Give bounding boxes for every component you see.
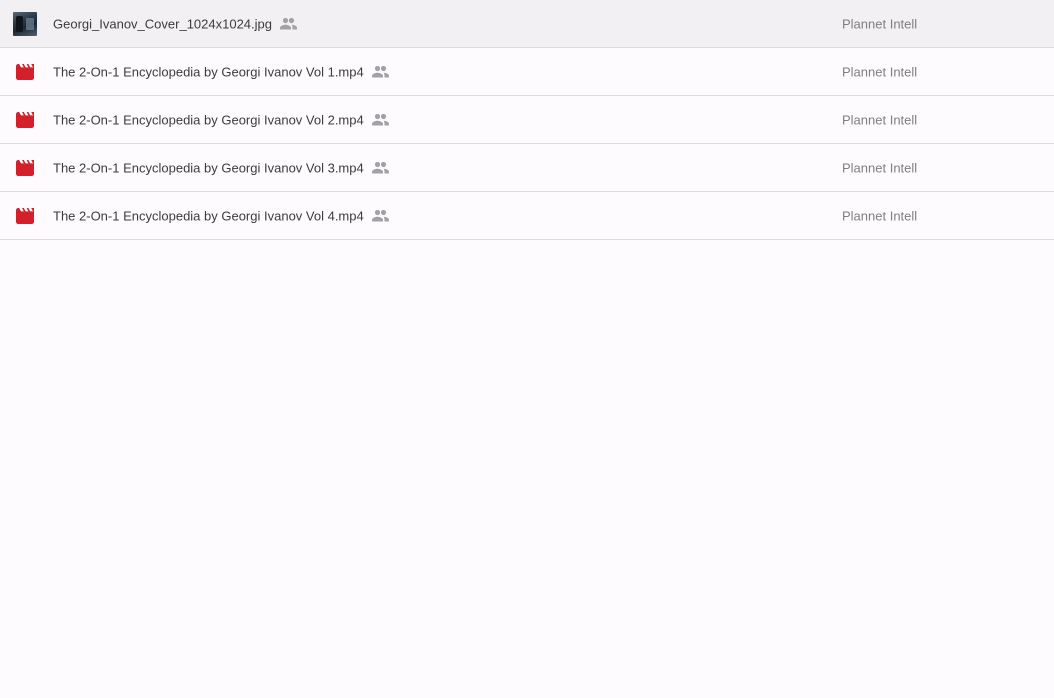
file-row[interactable]: The 2-On-1 Encyclopedia by Georgi Ivanov… [0,144,1054,192]
owner-name: Plannet Intell [842,64,918,79]
file-name: The 2-On-1 Encyclopedia by Georgi Ivanov… [53,112,364,127]
file-row[interactable]: The 2-On-1 Encyclopedia by Georgi Ivanov… [0,96,1054,144]
owner-name: Plannet Intell [842,112,918,127]
shared-people-icon [280,17,297,30]
shared-people-icon [371,209,389,222]
video-icon [13,60,37,84]
file-name: The 2-On-1 Encyclopedia by Georgi Ivanov… [53,160,364,175]
video-icon [13,156,37,180]
owner-name: Plannet Intell [842,208,918,223]
shared-people-icon [371,65,389,78]
file-row[interactable]: Georgi_Ivanov_Cover_1024x1024.jpg Planne… [0,0,1054,48]
file-name: Georgi_Ivanov_Cover_1024x1024.jpg [53,16,272,31]
file-list: Georgi_Ivanov_Cover_1024x1024.jpg Planne… [0,0,1054,240]
file-row[interactable]: The 2-On-1 Encyclopedia by Georgi Ivanov… [0,48,1054,96]
file-name: The 2-On-1 Encyclopedia by Georgi Ivanov… [53,64,364,79]
shared-people-icon [371,161,389,174]
video-icon [13,108,37,132]
image-thumbnail-icon [13,11,37,36]
shared-people-icon [371,113,389,126]
file-row[interactable]: The 2-On-1 Encyclopedia by Georgi Ivanov… [0,192,1054,240]
owner-name: Plannet Intell [842,16,918,31]
video-icon [13,204,37,228]
owner-name: Plannet Intell [842,160,918,175]
file-name: The 2-On-1 Encyclopedia by Georgi Ivanov… [53,208,364,223]
